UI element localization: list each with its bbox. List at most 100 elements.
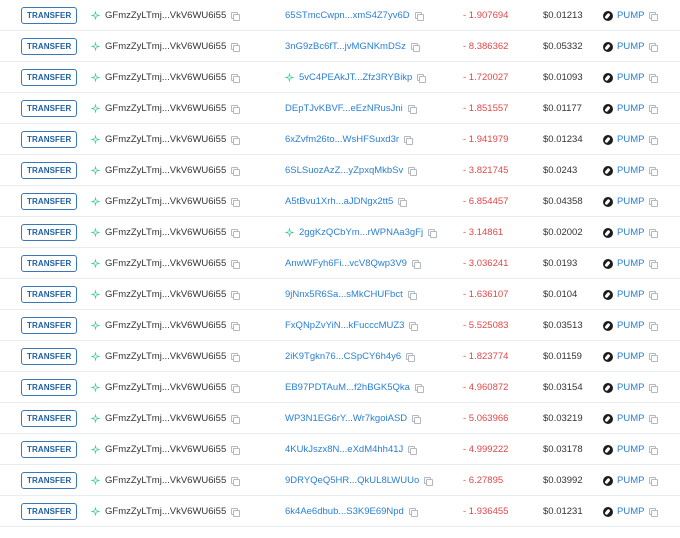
to-address-link[interactable]: FxQNpZvYiN...kFucccMUZ3 <box>285 320 404 331</box>
copy-icon[interactable] <box>231 12 241 21</box>
copy-icon[interactable] <box>231 167 241 176</box>
from-address[interactable]: GFmzZyLTmj...VkV6WU6i55 <box>105 320 226 331</box>
copy-icon[interactable] <box>412 415 422 424</box>
copy-icon[interactable] <box>649 446 659 455</box>
to-address-link[interactable]: 6SLSuozAzZ...yZpxqMkbSv <box>285 165 403 176</box>
from-address[interactable]: GFmzZyLTmj...VkV6WU6i55 <box>105 444 226 455</box>
token-link[interactable]: PUMP <box>617 475 644 486</box>
from-address[interactable]: GFmzZyLTmj...VkV6WU6i55 <box>105 165 226 176</box>
token-link[interactable]: PUMP <box>617 351 644 362</box>
token-link[interactable]: PUMP <box>617 382 644 393</box>
copy-icon[interactable] <box>417 74 427 83</box>
copy-icon[interactable] <box>231 136 241 145</box>
copy-icon[interactable] <box>414 384 424 393</box>
copy-icon[interactable] <box>408 508 418 517</box>
from-address[interactable]: GFmzZyLTmj...VkV6WU6i55 <box>105 506 226 517</box>
transfer-badge[interactable]: TRANSFER <box>21 379 78 396</box>
copy-icon[interactable] <box>404 136 414 145</box>
copy-icon[interactable] <box>649 477 659 486</box>
to-address-link[interactable]: WP3N1EG6rY...Wr7kgoiASD <box>285 413 407 424</box>
from-address[interactable]: GFmzZyLTmj...VkV6WU6i55 <box>105 103 226 114</box>
to-address-link[interactable]: AnwWFyh6Fi...vcV8Qwp3V9 <box>285 258 407 269</box>
to-address-link[interactable]: 6xZvfm26to...WsHFSuxd3r <box>285 134 399 145</box>
from-address[interactable]: GFmzZyLTmj...VkV6WU6i55 <box>105 382 226 393</box>
transfer-badge[interactable]: TRANSFER <box>21 286 78 303</box>
to-address-link[interactable]: 3nG9zBc6fT...jvMGNKmDSz <box>285 41 406 52</box>
from-address[interactable]: GFmzZyLTmj...VkV6WU6i55 <box>105 289 226 300</box>
transfer-badge[interactable]: TRANSFER <box>21 224 78 241</box>
copy-icon[interactable] <box>231 477 241 486</box>
transfer-badge[interactable]: TRANSFER <box>21 503 78 520</box>
copy-icon[interactable] <box>231 508 241 517</box>
to-address-link[interactable]: 4KUkJszx8N...eXdM4hh41J <box>285 444 403 455</box>
copy-icon[interactable] <box>231 229 241 238</box>
copy-icon[interactable] <box>649 74 659 83</box>
transfer-badge[interactable]: TRANSFER <box>21 100 78 117</box>
token-link[interactable]: PUMP <box>617 10 644 21</box>
from-address[interactable]: GFmzZyLTmj...VkV6WU6i55 <box>105 134 226 145</box>
token-link[interactable]: PUMP <box>617 165 644 176</box>
from-address[interactable]: GFmzZyLTmj...VkV6WU6i55 <box>105 227 226 238</box>
copy-icon[interactable] <box>409 322 419 331</box>
to-address-link[interactable]: A5tBvu1Xrh...aJDNgx2tt5 <box>285 196 393 207</box>
copy-icon[interactable] <box>398 198 408 207</box>
to-address-link[interactable]: 2iK9Tgkn76...CSpCY6h4y6 <box>285 351 401 362</box>
from-address[interactable]: GFmzZyLTmj...VkV6WU6i55 <box>105 72 226 83</box>
from-address[interactable]: GFmzZyLTmj...VkV6WU6i55 <box>105 41 226 52</box>
copy-icon[interactable] <box>649 198 659 207</box>
from-address[interactable]: GFmzZyLTmj...VkV6WU6i55 <box>105 475 226 486</box>
copy-icon[interactable] <box>408 446 418 455</box>
copy-icon[interactable] <box>649 105 659 114</box>
copy-icon[interactable] <box>231 198 241 207</box>
from-address[interactable]: GFmzZyLTmj...VkV6WU6i55 <box>105 351 226 362</box>
transfer-badge[interactable]: TRANSFER <box>21 69 78 86</box>
to-address-link[interactable]: 9jNnx5R6Sa...sMkCHUFbct <box>285 289 403 300</box>
transfer-badge[interactable]: TRANSFER <box>21 441 78 458</box>
token-link[interactable]: PUMP <box>617 413 644 424</box>
copy-icon[interactable] <box>231 43 241 52</box>
token-link[interactable]: PUMP <box>617 289 644 300</box>
transfer-badge[interactable]: TRANSFER <box>21 410 78 427</box>
copy-icon[interactable] <box>231 384 241 393</box>
token-link[interactable]: PUMP <box>617 196 644 207</box>
from-address[interactable]: GFmzZyLTmj...VkV6WU6i55 <box>105 196 226 207</box>
copy-icon[interactable] <box>649 136 659 145</box>
to-address-link[interactable]: 6k4Ae6dbub...S3K9E69Npd <box>285 506 404 517</box>
from-address[interactable]: GFmzZyLTmj...VkV6WU6i55 <box>105 258 226 269</box>
transfer-badge[interactable]: TRANSFER <box>21 7 78 24</box>
copy-icon[interactable] <box>407 105 417 114</box>
copy-icon[interactable] <box>231 353 241 362</box>
token-link[interactable]: PUMP <box>617 320 644 331</box>
copy-icon[interactable] <box>428 229 438 238</box>
token-link[interactable]: PUMP <box>617 227 644 238</box>
transfer-badge[interactable]: TRANSFER <box>21 131 78 148</box>
copy-icon[interactable] <box>649 229 659 238</box>
token-link[interactable]: PUMP <box>617 444 644 455</box>
copy-icon[interactable] <box>231 322 241 331</box>
copy-icon[interactable] <box>649 12 659 21</box>
transfer-badge[interactable]: TRANSFER <box>21 193 78 210</box>
copy-icon[interactable] <box>649 291 659 300</box>
copy-icon[interactable] <box>649 167 659 176</box>
token-link[interactable]: PUMP <box>617 103 644 114</box>
to-address-link[interactable]: 65STmcCwpn...xmS4Z7yv6D <box>285 10 410 21</box>
copy-icon[interactable] <box>410 43 420 52</box>
to-address-link[interactable]: DEpTJvKBVF...eEzNRusJni <box>285 103 403 114</box>
copy-icon[interactable] <box>407 291 417 300</box>
transfer-badge[interactable]: TRANSFER <box>21 162 78 179</box>
copy-icon[interactable] <box>414 12 424 21</box>
copy-icon[interactable] <box>406 353 416 362</box>
copy-icon[interactable] <box>649 353 659 362</box>
copy-icon[interactable] <box>649 415 659 424</box>
token-link[interactable]: PUMP <box>617 258 644 269</box>
transfer-badge[interactable]: TRANSFER <box>21 317 78 334</box>
from-address[interactable]: GFmzZyLTmj...VkV6WU6i55 <box>105 10 226 21</box>
to-address-link[interactable]: 2ggKzQCbYm...rWPNAa3gFj <box>299 227 423 238</box>
transfer-badge[interactable]: TRANSFER <box>21 255 78 272</box>
transfer-badge[interactable]: TRANSFER <box>21 472 78 489</box>
copy-icon[interactable] <box>231 105 241 114</box>
token-link[interactable]: PUMP <box>617 134 644 145</box>
to-address-link[interactable]: EB97PDTAuM...f2hBGK5Qka <box>285 382 410 393</box>
copy-icon[interactable] <box>649 508 659 517</box>
copy-icon[interactable] <box>649 384 659 393</box>
